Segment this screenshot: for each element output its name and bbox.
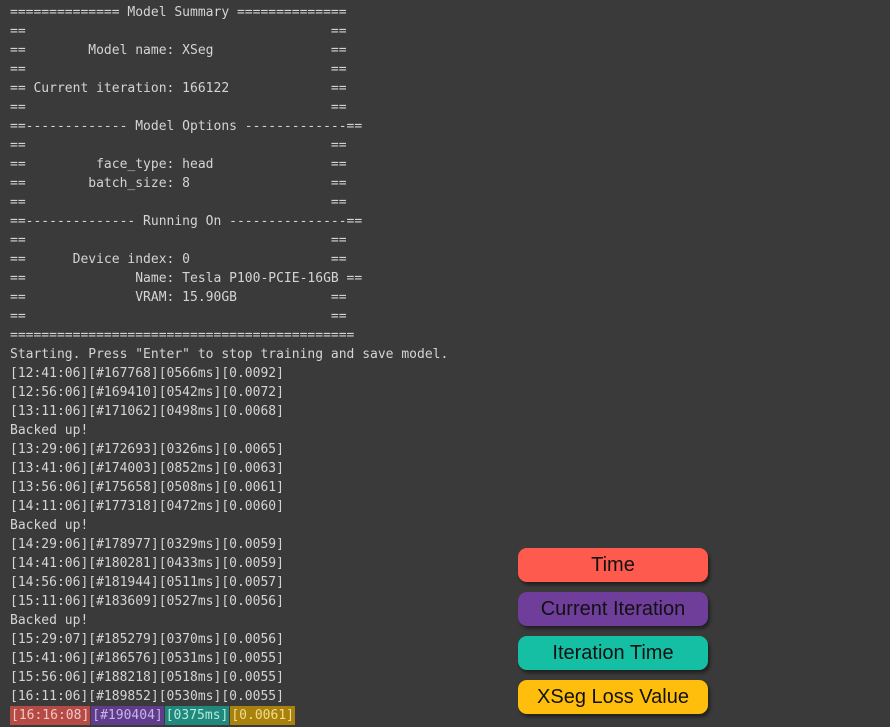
- terminal-line: == face_type: head ==: [10, 157, 347, 172]
- terminal-line: == Name: Tesla P100-PCIE-16GB ==: [10, 271, 363, 286]
- terminal-line: [12:56:06][#169410][0542ms][0.0072]: [10, 385, 284, 400]
- latest-iteration-time: [0375ms]: [164, 706, 230, 725]
- legend-iteration-time: Iteration Time: [518, 636, 708, 670]
- terminal-output: ============== Model Summary ===========…: [10, 3, 448, 725]
- terminal-line: [13:41:06][#174003][0852ms][0.0063]: [10, 461, 284, 476]
- terminal-line: ============== Model Summary ===========…: [10, 5, 347, 20]
- terminal-line: == VRAM: 15.90GB ==: [10, 290, 347, 305]
- terminal-line: [12:41:06][#167768][0566ms][0.0092]: [10, 366, 284, 381]
- terminal-line: Backed up!: [10, 518, 89, 533]
- terminal-line: [13:11:06][#171062][0498ms][0.0068]: [10, 404, 284, 419]
- terminal-line: Starting. Press "Enter" to stop training…: [10, 347, 449, 362]
- terminal-line: [15:41:06][#186576][0531ms][0.0055]: [10, 651, 284, 666]
- terminal-line: [14:29:06][#178977][0329ms][0.0059]: [10, 537, 284, 552]
- terminal-line: Backed up!: [10, 423, 89, 438]
- terminal-line: [16:11:06][#189852][0530ms][0.0055]: [10, 689, 284, 704]
- terminal-line: == Current iteration: 166122 ==: [10, 81, 347, 96]
- terminal-line: ==------------- Model Options ----------…: [10, 119, 363, 134]
- latest-loss-value: [0.0061]: [230, 706, 295, 725]
- terminal-line: [14:56:06][#181944][0511ms][0.0057]: [10, 575, 284, 590]
- terminal-line: [13:29:06][#172693][0326ms][0.0065]: [10, 442, 284, 457]
- terminal-line: ========================================…: [10, 328, 355, 343]
- terminal-line: [15:11:06][#183609][0527ms][0.0056]: [10, 594, 284, 609]
- terminal-line: [15:56:06][#188218][0518ms][0.0055]: [10, 670, 284, 685]
- terminal-window: ============== Model Summary ===========…: [0, 0, 890, 727]
- terminal-line: == Model name: XSeg ==: [10, 43, 347, 58]
- terminal-line: ==-------------- Running On ------------…: [10, 214, 363, 229]
- latest-iteration: [#190404]: [91, 706, 164, 725]
- terminal-line: == batch_size: 8 ==: [10, 176, 347, 191]
- terminal-line: == ==: [10, 195, 347, 210]
- terminal-line: [14:41:06][#180281][0433ms][0.0059]: [10, 556, 284, 571]
- terminal-line: == ==: [10, 62, 347, 77]
- terminal-line: [14:11:06][#177318][0472ms][0.0060]: [10, 499, 284, 514]
- terminal-line: Backed up!: [10, 613, 89, 628]
- legend-panel: Time Current Iteration Iteration Time XSeg …: [518, 548, 714, 724]
- terminal-line: == ==: [10, 309, 347, 324]
- latest-time: [16:16:08]: [10, 706, 91, 725]
- terminal-line: == ==: [10, 100, 347, 115]
- terminal-line: [13:56:06][#175658][0508ms][0.0061]: [10, 480, 284, 495]
- terminal-line: == Device index: 0 ==: [10, 252, 347, 267]
- legend-time: Time: [518, 548, 708, 582]
- terminal-line: == ==: [10, 24, 347, 39]
- legend-xseg-loss-value: XSeg Loss Value: [518, 680, 708, 714]
- terminal-line: == ==: [10, 138, 347, 153]
- terminal-line: == ==: [10, 233, 347, 248]
- terminal-line: [15:29:07][#185279][0370ms][0.0056]: [10, 632, 284, 647]
- terminal-line-latest: [16:16:08] [#190404] [0375ms] [0.0061]: [10, 706, 448, 725]
- legend-current-iteration: Current Iteration: [518, 592, 708, 626]
